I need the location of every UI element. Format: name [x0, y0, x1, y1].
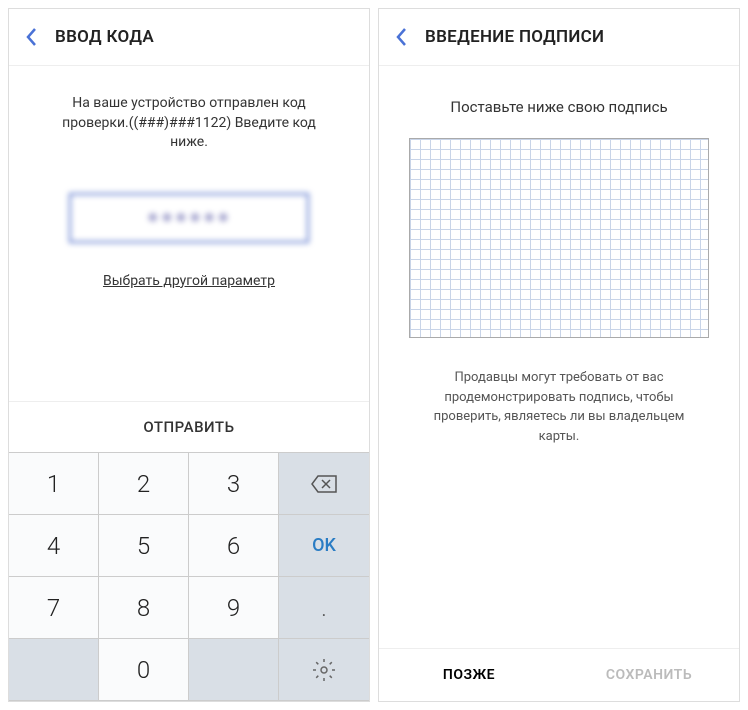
key-8[interactable]: 8 — [99, 577, 189, 639]
page-title: ВВЕДЕНИЕ ПОДПИСИ — [425, 27, 604, 47]
signature-screen: ВВЕДЕНИЕ ПОДПИСИ Поставьте ниже свою под… — [378, 8, 740, 702]
content-area: На ваше устройство отправлен код проверк… — [9, 66, 369, 401]
header: ВВЕДЕНИЕ ПОДПИСИ — [379, 9, 739, 66]
gear-icon — [312, 658, 336, 682]
numeric-keyboard: 1 2 3 4 5 6 OK 7 8 9 . 0 — [9, 452, 369, 701]
send-button[interactable]: ОТПРАВИТЬ — [9, 401, 369, 452]
header: ВВОД КОДА — [9, 9, 369, 66]
instruction-text: На ваше устройство отправлен код проверк… — [44, 94, 334, 153]
key-9[interactable]: 9 — [189, 577, 279, 639]
key-3[interactable]: 3 — [189, 453, 279, 515]
choose-other-link[interactable]: Выбрать другой параметр — [103, 273, 275, 289]
key-2[interactable]: 2 — [99, 453, 189, 515]
signature-instruction: Поставьте ниже свою подпись — [450, 98, 667, 116]
key-1[interactable]: 1 — [9, 453, 99, 515]
signature-pad[interactable] — [409, 138, 709, 338]
signature-note: Продавцы могут требовать от вас продемон… — [414, 368, 704, 446]
back-icon[interactable] — [25, 27, 37, 47]
later-button[interactable]: ПОЗЖЕ — [379, 649, 559, 701]
code-entry-screen: ВВОД КОДА На ваше устройство отправлен к… — [8, 8, 370, 702]
footer-buttons: ПОЗЖЕ СОХРАНИТЬ — [379, 648, 739, 701]
key-ok[interactable]: OK — [279, 515, 369, 577]
key-empty-right — [189, 639, 279, 701]
key-dot[interactable]: . — [279, 577, 369, 639]
key-0[interactable]: 0 — [99, 639, 189, 701]
key-6[interactable]: 6 — [189, 515, 279, 577]
back-icon[interactable] — [395, 27, 407, 47]
key-backspace[interactable] — [279, 453, 369, 515]
key-empty-left — [9, 639, 99, 701]
code-input[interactable] — [69, 193, 309, 243]
backspace-icon — [310, 474, 338, 494]
page-title: ВВОД КОДА — [55, 27, 154, 47]
key-4[interactable]: 4 — [9, 515, 99, 577]
save-button[interactable]: СОХРАНИТЬ — [559, 649, 739, 701]
key-5[interactable]: 5 — [99, 515, 189, 577]
key-7[interactable]: 7 — [9, 577, 99, 639]
key-settings[interactable] — [279, 639, 369, 701]
content-area: Поставьте ниже свою подпись Продавцы мог… — [379, 66, 739, 648]
